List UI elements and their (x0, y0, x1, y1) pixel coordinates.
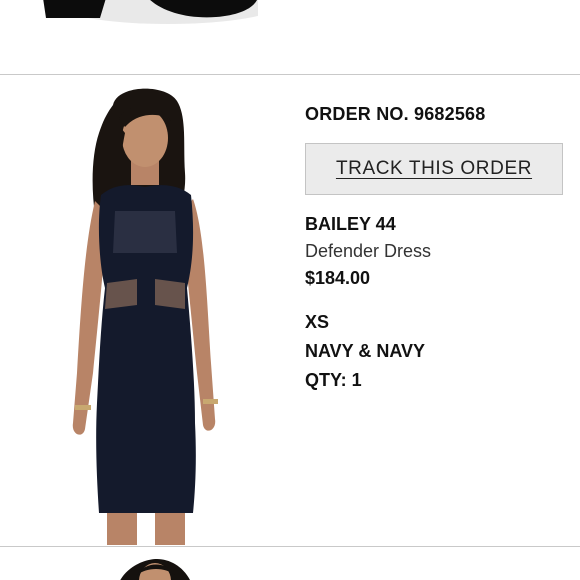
shoe-image (43, 0, 258, 24)
product-color: NAVY & NAVY (305, 341, 426, 361)
track-order-label: TRACK THIS ORDER (335, 158, 533, 179)
product-price: $184.00 (305, 268, 371, 288)
order-item: ORDER NO. 9682568 TRACK THIS ORDER BAILE… (0, 75, 580, 545)
product-size: XS (305, 312, 330, 332)
track-order-button[interactable]: TRACK THIS ORDER (305, 143, 563, 195)
product-name: Defender Dress (305, 241, 432, 261)
next-order-item (0, 547, 580, 580)
product-image[interactable] (55, 83, 245, 545)
product-quantity: QTY: 1 (305, 370, 362, 390)
product-brand: BAILEY 44 (305, 214, 396, 234)
previous-order-item (0, 0, 580, 74)
order-number: ORDER NO. 9682568 (305, 104, 486, 124)
next-product-image[interactable] (95, 555, 215, 580)
